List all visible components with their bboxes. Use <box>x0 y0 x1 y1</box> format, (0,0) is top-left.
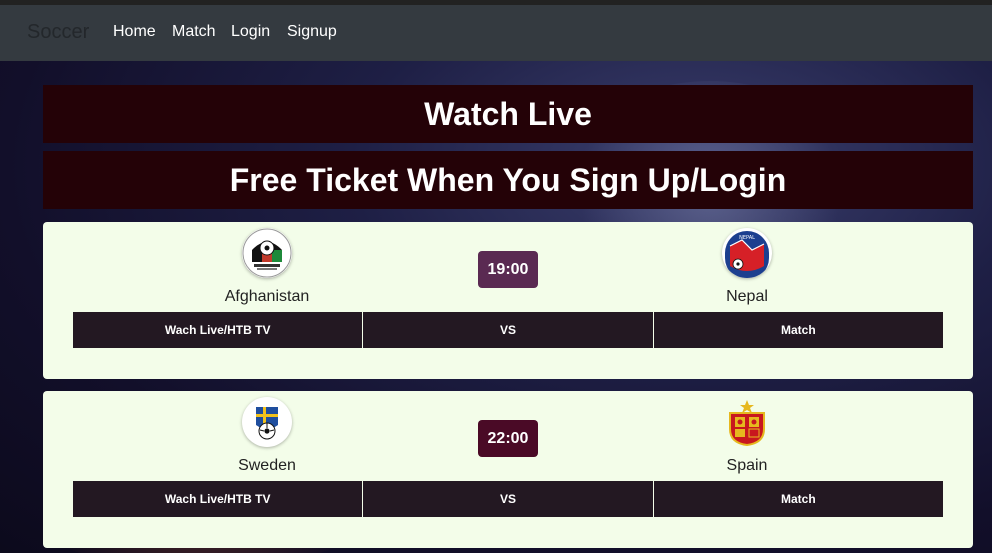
free-ticket-banner: Free Ticket When You Sign Up/Login <box>43 151 973 209</box>
match-action-row: Wach Live/HTB TV VS Match <box>73 481 943 517</box>
home-team-name: Afghanistan <box>224 288 310 305</box>
svg-text:NEPAL: NEPAL <box>739 235 755 241</box>
spain-football-crest-icon <box>722 397 772 447</box>
sweden-football-crest-icon <box>242 397 292 447</box>
match-action-row: Wach Live/HTB TV VS Match <box>73 312 943 348</box>
watch-live-banner: Watch Live <box>43 85 973 143</box>
nav-link-login[interactable]: Login <box>231 23 270 41</box>
nav-link-home[interactable]: Home <box>113 23 156 41</box>
away-team-name: Nepal <box>726 288 768 305</box>
match-time-badge: 19:00 <box>478 251 538 288</box>
match-link[interactable]: Match <box>653 481 943 517</box>
match-card: Sweden 22:00 Spain Wach Live/HTB TV VS M… <box>43 391 973 548</box>
away-team-name: Spain <box>726 457 768 474</box>
afghanistan-football-crest-icon <box>242 228 292 278</box>
navbar: Soccer Home Match Login Signup <box>0 5 992 61</box>
match-card: Afghanistan 19:00 NEPAL Nepal Wach Live/… <box>43 222 973 379</box>
vs-label: VS <box>363 481 653 517</box>
vs-label: VS <box>363 312 653 348</box>
nepal-football-crest-icon: NEPAL <box>722 228 772 278</box>
match-time-badge: 22:00 <box>478 420 538 457</box>
nav-link-signup[interactable]: Signup <box>287 23 337 41</box>
home-team-name: Sweden <box>238 457 296 474</box>
match-link[interactable]: Match <box>653 312 943 348</box>
watch-live-link[interactable]: Wach Live/HTB TV <box>73 481 363 517</box>
nav-link-match[interactable]: Match <box>172 23 216 41</box>
watch-live-link[interactable]: Wach Live/HTB TV <box>73 312 363 348</box>
brand-logo[interactable]: Soccer <box>27 21 89 44</box>
